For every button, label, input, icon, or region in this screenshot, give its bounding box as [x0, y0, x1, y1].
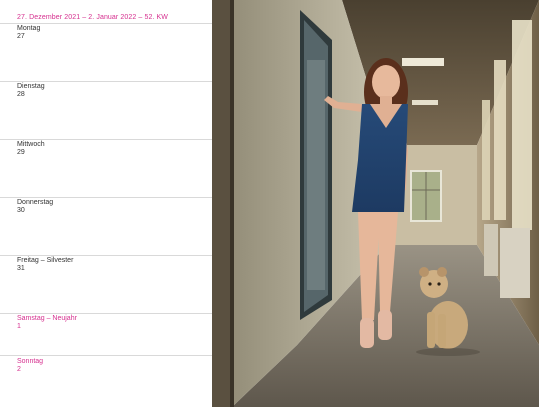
day-name: Sonntag	[17, 358, 44, 365]
day-tuesday: Dienstag 28	[17, 83, 45, 99]
day-rule	[0, 355, 212, 356]
day-monday: Montag 27	[17, 25, 40, 41]
day-name: Freitag – Silvester	[17, 257, 74, 264]
day-name: Samstag – Neujahr	[17, 315, 77, 322]
day-date: 30	[17, 207, 25, 214]
corridor-scene-illustration	[212, 0, 539, 407]
day-rule	[0, 255, 212, 256]
day-date: 2	[17, 366, 21, 373]
day-saturday: Samstag – Neujahr 1	[17, 315, 77, 331]
day-friday: Freitag – Silvester 31	[17, 257, 73, 273]
day-date: 28	[17, 91, 25, 98]
day-thursday: Donnerstag 30	[17, 199, 53, 215]
day-wednesday: Mittwoch 29	[17, 141, 45, 157]
day-date: 1	[17, 323, 21, 330]
day-rule	[0, 81, 212, 82]
day-name: Montag	[17, 25, 41, 32]
week-header: 27. Dezember 2021 – 2. Januar 2022 – 52.…	[17, 14, 169, 21]
day-date: 31	[17, 265, 25, 272]
day-sunday: Sonntag 2	[17, 358, 43, 374]
day-name: Donnerstag	[17, 199, 54, 206]
day-date: 27	[17, 33, 25, 40]
day-rule	[0, 139, 212, 140]
calendar-photo	[212, 0, 539, 407]
day-date: 29	[17, 149, 25, 156]
day-name: Dienstag	[17, 83, 45, 90]
day-rule	[0, 313, 212, 314]
planner-page: 27. Dezember 2021 – 2. Januar 2022 – 52.…	[0, 0, 212, 407]
day-name: Mittwoch	[17, 141, 45, 148]
day-rule	[0, 197, 212, 198]
header-rule	[0, 23, 212, 24]
